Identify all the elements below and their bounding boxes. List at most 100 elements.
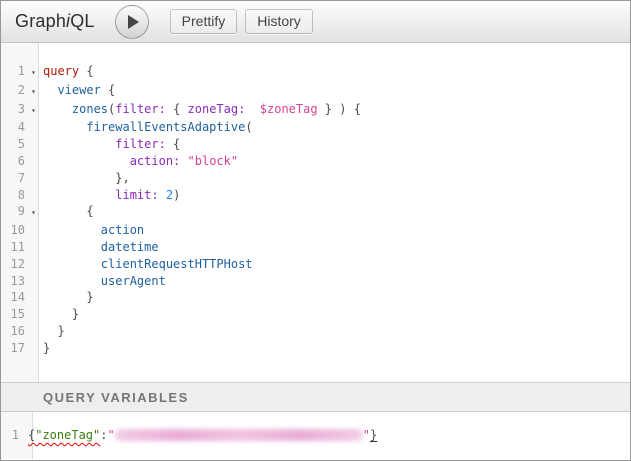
line-number: 13	[1, 273, 28, 290]
history-button[interactable]: History	[245, 9, 313, 34]
code-line[interactable]: 1{"zoneTag":""}	[1, 427, 630, 444]
line-number: 9	[1, 203, 28, 220]
code-token	[43, 274, 101, 288]
code-token: viewer	[57, 83, 100, 97]
line-number: 5	[1, 136, 28, 153]
code-line[interactable]: 11 datetime	[1, 239, 630, 256]
code-token	[245, 102, 259, 116]
execute-query-button[interactable]	[115, 5, 149, 39]
code-line[interactable]: 8 limit: 2)	[1, 187, 630, 204]
code-text: }	[39, 289, 94, 306]
line-number: 12	[1, 256, 28, 273]
code-line[interactable]: 17}	[1, 340, 630, 357]
code-text: {"zoneTag":""}	[25, 427, 377, 444]
code-text: firewallEventsAdaptive(	[39, 119, 253, 136]
code-token: filter:	[115, 137, 166, 151]
code-token: "	[363, 428, 370, 442]
code-token: clientRequestHTTPHost	[101, 257, 253, 271]
code-token: {	[166, 102, 188, 116]
code-token: (	[245, 120, 252, 134]
line-number: 8	[1, 187, 28, 204]
code-token: :	[100, 428, 107, 442]
query-editor[interactable]: 1▾query {2▾ viewer {3▾ zones(filter: { z…	[1, 43, 630, 382]
graphiql-window: GraphiQL Prettify History 1▾query {2▾ vi…	[0, 0, 631, 461]
code-text: zones(filter: { zoneTag: $zoneTag } ) {	[39, 101, 361, 118]
line-number: 3	[1, 101, 28, 118]
line-number: 10	[1, 222, 28, 239]
logo-text-graph: Graph	[15, 11, 66, 31]
code-token: {	[86, 204, 93, 218]
query-variables-title: QUERY VARIABLES	[43, 390, 189, 405]
code-token	[43, 154, 130, 168]
code-token	[43, 171, 115, 185]
variables-code-lines: 1{"zoneTag":""}	[1, 412, 630, 444]
code-text: },	[39, 170, 130, 187]
code-token: zones	[72, 102, 108, 116]
code-text: filter: {	[39, 136, 180, 153]
query-code-lines: 1▾query {2▾ viewer {3▾ zones(filter: { z…	[1, 43, 630, 357]
code-token: query	[43, 64, 79, 78]
query-variables-titlebar[interactable]: QUERY VARIABLES	[1, 382, 630, 412]
code-line[interactable]: 7 },	[1, 170, 630, 187]
code-text: viewer {	[39, 82, 115, 99]
code-token	[43, 290, 86, 304]
code-line[interactable]: 2▾ viewer {	[1, 82, 630, 101]
code-token: },	[115, 171, 129, 185]
code-token	[43, 120, 86, 134]
code-text: clientRequestHTTPHost	[39, 256, 253, 273]
code-token: "block"	[188, 154, 239, 168]
code-text: datetime	[39, 239, 159, 256]
code-token	[43, 137, 115, 151]
code-token: userAgent	[101, 274, 166, 288]
code-token: "	[108, 428, 115, 442]
line-number: 14	[1, 289, 28, 306]
code-line[interactable]: 5 filter: {	[1, 136, 630, 153]
code-line[interactable]: 9▾ {	[1, 203, 630, 222]
code-token	[159, 188, 166, 202]
code-token: limit:	[115, 188, 158, 202]
code-text: action	[39, 222, 144, 239]
code-token: datetime	[101, 240, 159, 254]
code-token: action:	[130, 154, 181, 168]
line-number: 16	[1, 323, 28, 340]
code-line[interactable]: 4 firewallEventsAdaptive(	[1, 119, 630, 136]
variables-editor[interactable]: 1{"zoneTag":""}	[1, 412, 630, 459]
fold-arrow-icon[interactable]: ▾	[28, 65, 39, 82]
prettify-button[interactable]: Prettify	[170, 9, 238, 34]
code-token: {	[101, 83, 115, 97]
code-token: }	[43, 341, 50, 355]
code-token	[43, 102, 72, 116]
code-token: {	[79, 64, 93, 78]
code-line[interactable]: 14 }	[1, 289, 630, 306]
code-line[interactable]: 3▾ zones(filter: { zoneTag: $zoneTag } )…	[1, 101, 630, 120]
line-number: 1	[1, 427, 25, 444]
code-line[interactable]: 15 }	[1, 306, 630, 323]
code-line[interactable]: 12 clientRequestHTTPHost	[1, 256, 630, 273]
graphiql-logo: GraphiQL	[15, 11, 95, 32]
code-token: $zoneTag	[260, 102, 318, 116]
code-token	[43, 204, 86, 218]
toolbar: GraphiQL Prettify History	[1, 1, 630, 43]
fold-arrow-icon[interactable]: ▾	[28, 84, 39, 101]
code-token: action	[101, 223, 144, 237]
code-token: zoneTag:	[188, 102, 246, 116]
code-line[interactable]: 10 action	[1, 222, 630, 239]
code-token	[43, 223, 101, 237]
code-token: 2	[166, 188, 173, 202]
redacted-value	[115, 429, 363, 441]
code-line[interactable]: 1▾ query {	[1, 63, 630, 82]
line-number: 17	[1, 340, 28, 357]
line-number: 1	[1, 63, 28, 80]
code-text: {	[39, 203, 94, 220]
code-token: }	[370, 428, 377, 442]
line-number: 11	[1, 239, 28, 256]
code-line[interactable]: 6 action: "block"	[1, 153, 630, 170]
code-token: } ) {	[318, 102, 361, 116]
code-token	[43, 240, 101, 254]
fold-arrow-icon[interactable]: ▾	[28, 205, 39, 222]
code-token: "zoneTag"	[35, 428, 100, 442]
code-line[interactable]: 13 userAgent	[1, 273, 630, 290]
fold-arrow-icon[interactable]: ▾	[28, 103, 39, 120]
code-token: }	[86, 290, 93, 304]
code-line[interactable]: 16 }	[1, 323, 630, 340]
